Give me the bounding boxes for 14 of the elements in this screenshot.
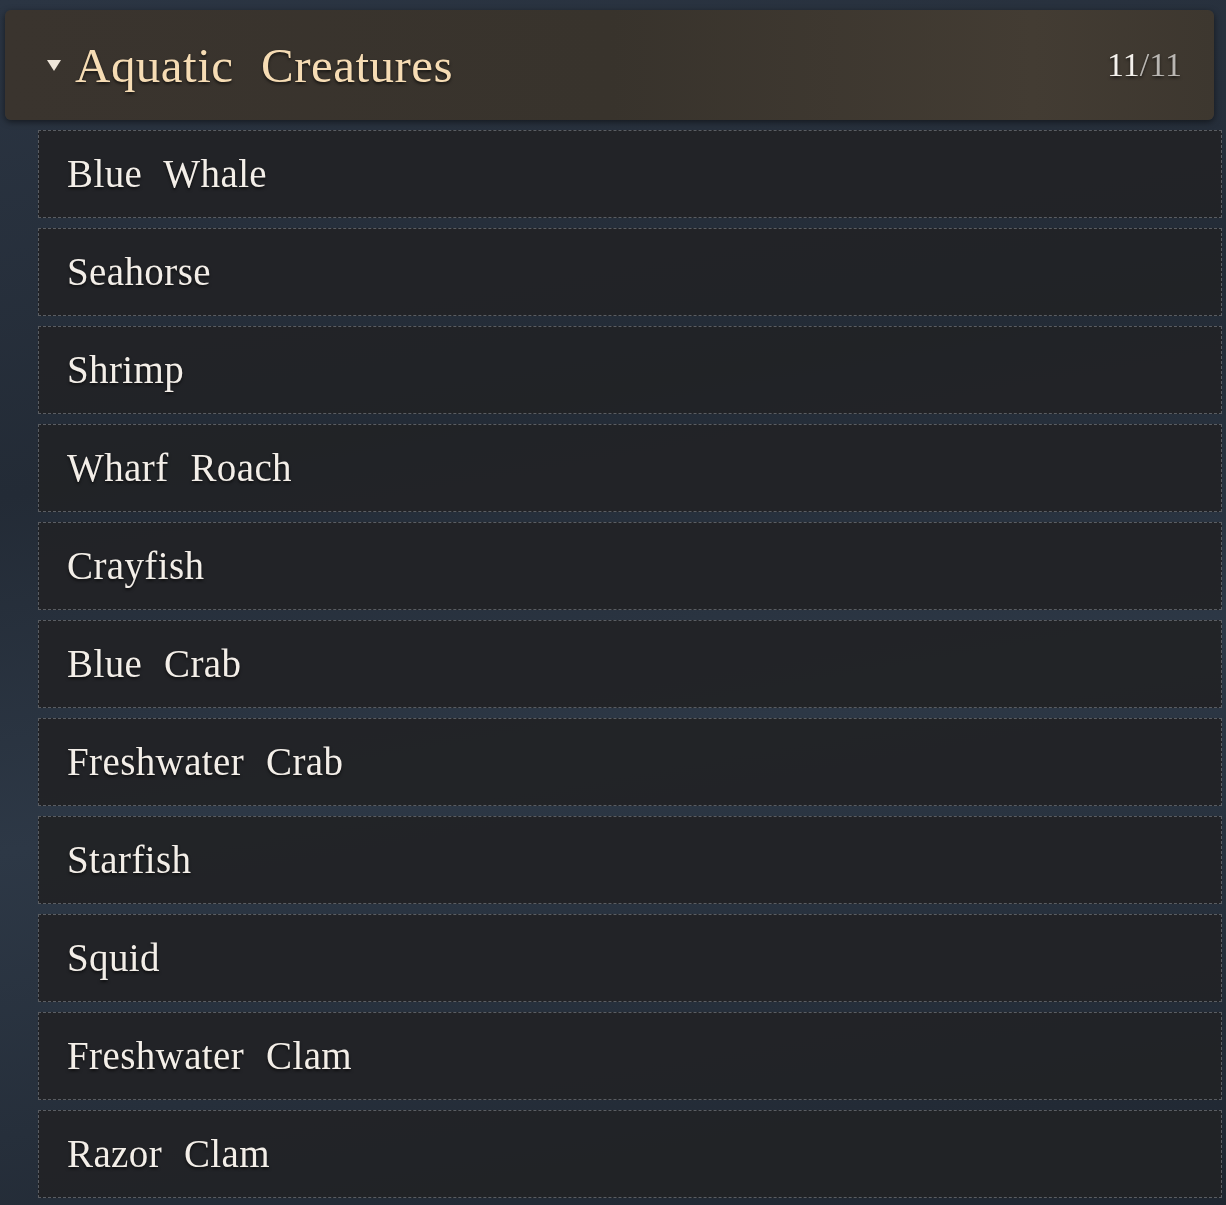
list-item[interactable]: Razor Clam <box>38 1110 1222 1198</box>
list-item[interactable]: Freshwater Crab <box>38 718 1222 806</box>
list-item[interactable]: Starfish <box>38 816 1222 904</box>
list-item[interactable]: Squid <box>38 914 1222 1002</box>
list-item[interactable]: Blue Crab <box>38 620 1222 708</box>
caret-icon[interactable] <box>47 59 61 71</box>
list-item[interactable]: Freshwater Clam <box>38 1012 1222 1100</box>
list-item[interactable]: Crayfish <box>38 522 1222 610</box>
list-item[interactable]: Seahorse <box>38 228 1222 316</box>
list-item[interactable]: Wharf Roach <box>38 424 1222 512</box>
count-label: 11/11 <box>1107 48 1182 82</box>
list-item[interactable]: Shrimp <box>38 326 1222 414</box>
list-item[interactable]: Blue Whale <box>38 130 1222 218</box>
category-title: Aquatic Creatures <box>75 40 454 90</box>
